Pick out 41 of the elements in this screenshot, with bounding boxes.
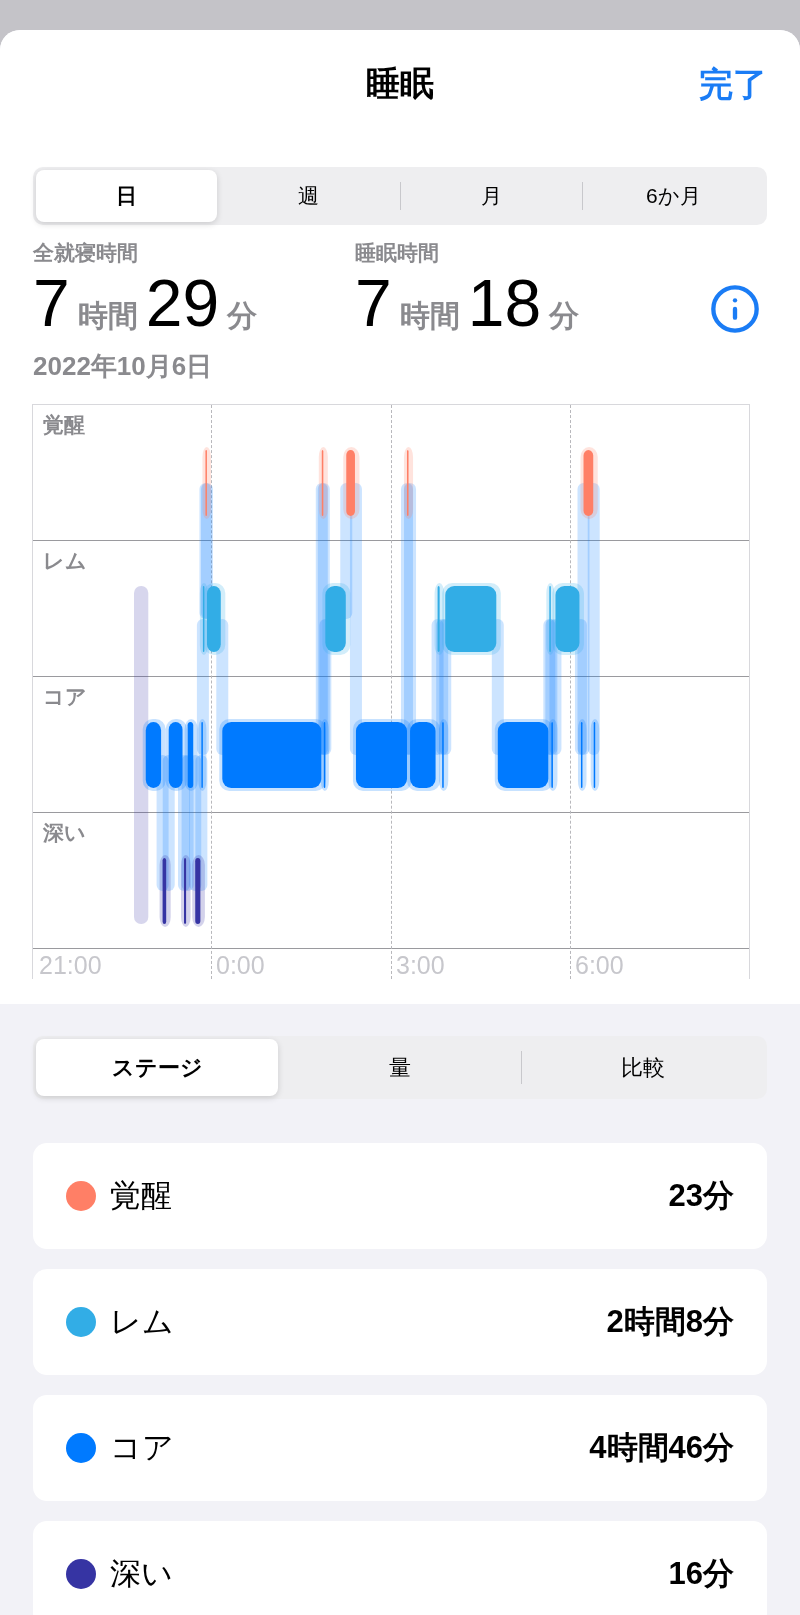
range-tab[interactable]: 週 [218,170,400,222]
duration-unit: 分 [549,298,580,334]
view-tab[interactable]: 比較 [522,1039,764,1096]
range-tab[interactable]: 日 [36,170,218,222]
stage-card[interactable]: レム 2時間8分 [33,1269,767,1375]
screen-title: 睡眠 [366,63,434,104]
stage-duration: 4時間46分 [589,1429,734,1467]
duration-unit: 時間 [399,298,460,334]
stage-duration: 16分 [668,1555,734,1593]
stage-name: 深い [110,1555,173,1593]
stage-name: 覚醒 [110,1177,172,1215]
duration-number: 18 [467,267,542,339]
stage-axis-label: 覚醒 [43,413,85,436]
info-icon[interactable] [709,283,761,335]
summary-label: 睡眠時間 [355,240,440,266]
stage-axis-label: 深い [43,821,86,844]
stage-card[interactable]: 深い 16分 [33,1521,767,1615]
time-axis-label: 6:00 [575,951,624,980]
stage-card[interactable]: 覚醒 23分 [33,1143,767,1249]
stage-duration: 2時間8分 [606,1303,734,1341]
stage-card[interactable]: コア 4時間46分 [33,1395,767,1501]
duration-number: 7 [33,267,70,339]
duration-number: 29 [145,267,220,339]
time-axis-label: 21:00 [39,951,102,980]
view-tab[interactable]: ステージ [36,1039,278,1096]
time-axis-label: 0:00 [216,951,265,980]
stage-axis-label: コア [43,685,87,708]
date-label: 2022年10月6日 [33,350,214,383]
view-tab[interactable]: 量 [279,1039,521,1096]
stage-axis-label: レム [43,549,87,572]
duration-number: 7 [355,267,392,339]
stage-name: コア [110,1429,174,1467]
summary-label: 全就寝時間 [33,240,139,266]
duration-unit: 時間 [77,298,138,334]
done-button[interactable]: 完了 [699,62,767,108]
stage-name: レム [110,1303,174,1341]
range-tab[interactable]: 月 [400,170,582,222]
stage-duration: 23分 [668,1177,734,1215]
duration-unit: 分 [227,298,258,334]
time-axis-label: 3:00 [396,951,445,980]
range-tab[interactable]: 6か月 [582,170,764,222]
